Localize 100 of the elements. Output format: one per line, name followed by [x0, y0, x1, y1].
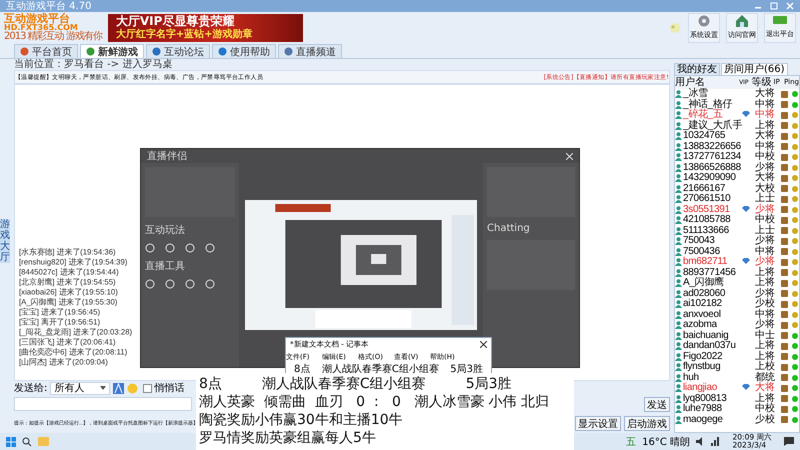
person-icon	[675, 100, 682, 109]
user-row[interactable]: 8893771456 上将	[675, 268, 799, 278]
close-icon[interactable]	[480, 340, 487, 348]
user-row[interactable]: 13727761234 中校	[675, 152, 799, 162]
person-icon	[675, 206, 682, 214]
side-tab[interactable]: 游戏大厅	[0, 219, 10, 263]
user-row[interactable]: 1432909090 大将	[675, 173, 799, 184]
person-icon	[675, 226, 682, 235]
display-settings-button[interactable]: 显示设置	[575, 416, 621, 430]
person-icon	[675, 310, 682, 319]
panel-title: Chatting	[487, 223, 531, 234]
text-line: 潮人战队春季赛C组小组赛	[322, 362, 439, 374]
user-row[interactable]: baichuanig 中士	[675, 330, 799, 341]
text-line: 5局3胜	[466, 375, 512, 393]
user-row[interactable]: dandan037u 上将	[675, 341, 799, 352]
caret-icon	[100, 386, 106, 390]
person-icon	[675, 290, 682, 298]
person-icon	[675, 184, 682, 193]
breadcrumb: 当前位置：罗马看台 -> 进入罗马桌	[14, 59, 174, 70]
section-title: 直播工具	[145, 260, 186, 273]
tab-icon	[20, 47, 29, 56]
tab[interactable]: 使用帮助	[212, 44, 276, 58]
tab[interactable]: 平台首页	[14, 44, 78, 58]
weather-text[interactable]: 16°C 晴朗	[642, 434, 690, 448]
user-row[interactable]: 511133666 上士	[675, 226, 799, 236]
user-row[interactable]: 21666167 大校	[675, 184, 799, 194]
user-row[interactable]: maogege 少校	[675, 414, 799, 425]
user-row[interactable]: azobma 少将	[675, 320, 799, 330]
user-row[interactable]: ad028060 少将	[675, 288, 799, 299]
tab-icon	[152, 47, 161, 56]
person-icon	[675, 248, 682, 256]
send-button[interactable]: 发送	[644, 396, 670, 412]
tab-icon	[218, 47, 227, 56]
diamond-icon	[742, 111, 750, 118]
text-line: 潮人战队春季赛C组小组赛	[262, 375, 426, 393]
user-row[interactable]: ai102182 少校	[675, 299, 799, 310]
person-icon	[675, 384, 682, 392]
tab-icon	[284, 47, 293, 56]
tab[interactable]: 互动论坛	[146, 44, 210, 58]
user-row[interactable]: _神话_格仔 中将	[675, 100, 799, 110]
column-header[interactable]: 用户名	[675, 76, 738, 89]
user-row[interactable]: 270661510 上士	[675, 194, 799, 204]
user-row[interactable]: 750043 少将	[675, 236, 799, 246]
tab-icon	[86, 47, 95, 56]
person-icon	[675, 164, 682, 172]
user-row[interactable]: liangjiao 大将	[675, 383, 799, 394]
person-icon	[675, 111, 682, 120]
user-row[interactable]: lyq800813 上将	[675, 394, 799, 404]
person-icon	[675, 300, 682, 308]
speaker-icon[interactable]	[696, 437, 705, 446]
ime-indicator[interactable]: 五	[626, 434, 636, 448]
user-row[interactable]: 13866526888 少将	[675, 162, 799, 173]
tab[interactable]: 新鲜游戏	[80, 44, 144, 58]
user-row[interactable]: 10324765 大将	[675, 131, 799, 142]
whisper-checkbox[interactable]: 悄悄话	[143, 381, 184, 395]
user-row[interactable]: 7500436 中将	[675, 246, 799, 257]
column-header[interactable]: 等级	[752, 76, 773, 89]
user-row[interactable]: anxvoeol 中将	[675, 310, 799, 320]
text-line: 8点	[199, 375, 222, 393]
network-icon[interactable]	[711, 437, 720, 446]
text-line: 潮人英豪 倾需曲 血刃 0 : 0 潮人冰雪豪 小伟 北归	[199, 393, 550, 411]
person-icon	[675, 268, 682, 277]
user-row[interactable]: A_闪御鹰 上将	[675, 278, 799, 288]
person-icon	[675, 195, 682, 204]
user-row[interactable]: flynstbug 上校	[675, 362, 799, 372]
person-icon	[675, 122, 682, 130]
logo: 互动游戏平台 HD.FXT365.COM 2013 精彩互动 游戏有你	[4, 13, 102, 42]
vip-banner[interactable]: 大厅VIP尽显尊贵荣耀 大厅红字名字+蓝钻+游戏勋章	[108, 14, 303, 42]
message-input[interactable]	[14, 397, 192, 411]
notification-icon[interactable]	[784, 437, 794, 446]
tab[interactable]: 直播频道	[278, 44, 342, 58]
windows-start-icon[interactable]	[6, 436, 16, 446]
diamond-icon	[742, 384, 750, 390]
start-game-button[interactable]: 启动游戏	[624, 416, 670, 430]
recipient-dropdown[interactable]: 所有人	[50, 382, 110, 394]
person-icon	[675, 394, 682, 403]
tab[interactable]: 房间用户(66)	[721, 63, 788, 75]
user-row[interactable]: _碎花_五 中将	[675, 110, 799, 120]
user-row[interactable]: _冰雪 大将	[675, 89, 799, 100]
person-icon	[675, 374, 682, 382]
user-row[interactable]: bm682711 少将	[675, 257, 799, 268]
user-row[interactable]: 421085788 中校	[675, 215, 799, 226]
diamond-icon	[742, 258, 750, 264]
user-row[interactable]: huh 都统	[675, 372, 799, 383]
house-icon	[735, 14, 749, 26]
person-icon	[675, 352, 682, 361]
person-icon	[675, 332, 682, 340]
search-icon[interactable]	[22, 436, 32, 446]
text-line: 8点	[294, 362, 310, 374]
tab[interactable]: 我的好友	[674, 63, 720, 75]
user-row[interactable]: luhe7988 中校	[675, 404, 799, 414]
user-row[interactable]: Figo2022 上将	[675, 352, 799, 362]
person-icon	[675, 174, 682, 182]
person-icon	[675, 132, 682, 140]
user-row[interactable]: _建议_大爪手 上将	[675, 120, 799, 131]
font-icon[interactable]	[113, 382, 124, 394]
text-line: 罗马情奖励英豪组赢每人5牛	[199, 429, 376, 447]
user-row[interactable]: 3s0551391 少将	[675, 204, 799, 215]
text-line: 陶瓷奖励小伟赢30牛和主播10牛	[199, 411, 403, 429]
user-row[interactable]: 13883226656 中将	[675, 142, 799, 152]
